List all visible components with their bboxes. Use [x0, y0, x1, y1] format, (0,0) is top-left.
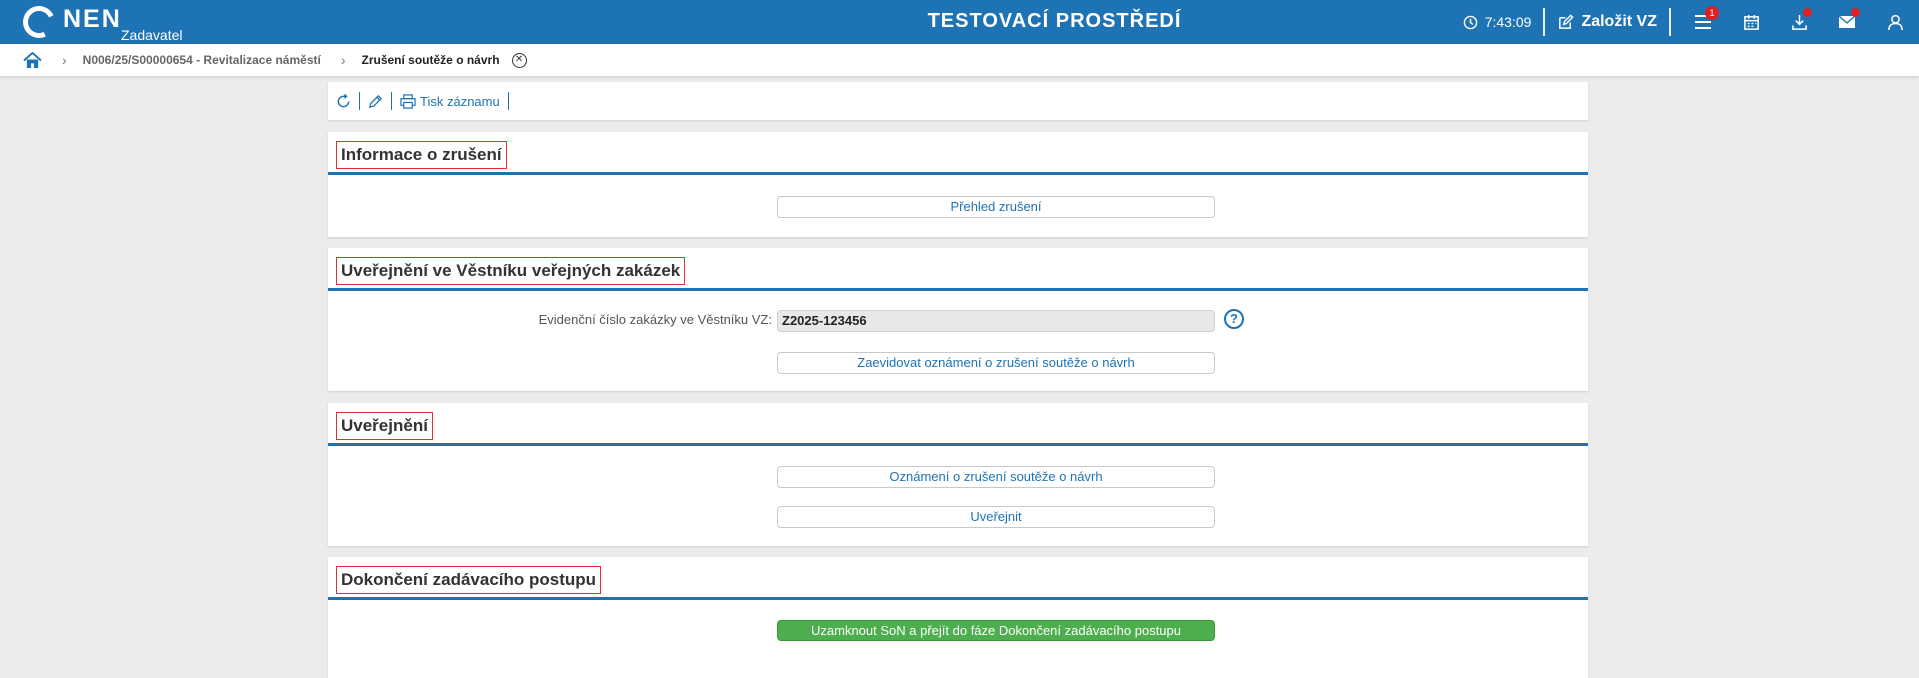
refresh-icon	[337, 93, 350, 107]
logo-ring-icon	[18, 1, 60, 43]
refresh-button[interactable]	[336, 93, 351, 109]
top-icons: 1	[1679, 0, 1919, 44]
mail-icon	[1838, 15, 1856, 28]
section-title: Uveřejnění ve Věstníku veřejných zakázek	[336, 257, 686, 285]
help-icon[interactable]: ?	[1224, 309, 1244, 329]
section-procedure-completion: Dokončení zadávacího postupu Uzamknout S…	[328, 557, 1588, 678]
section-publication: Uveřejnění Oznámení o zrušení soutěže o …	[328, 403, 1588, 546]
divider	[1669, 8, 1671, 36]
home-button[interactable]	[22, 50, 42, 70]
top-bar: NEN Zadavatel TESTOVACÍ PROSTŘEDÍ 7:43:0…	[0, 0, 1919, 44]
clock-icon	[1463, 15, 1478, 29]
vestnik-number-label: Evidenční číslo zakázky ve Věstníku VZ:	[538, 312, 772, 327]
breadcrumb-item-procurement[interactable]: N006/25/S00000654 - Revitalizace náměstí	[83, 53, 321, 67]
vestnik-number-field[interactable]: Z2025-123456	[777, 310, 1215, 332]
divider	[391, 92, 392, 110]
mail-button[interactable]	[1823, 0, 1871, 44]
logo-text: NEN	[63, 4, 122, 33]
print-record-label: Tisk záznamu	[420, 93, 500, 109]
record-toolbar: Tisk záznamu	[328, 82, 1588, 120]
download-alert-dot	[1803, 8, 1812, 17]
calendar-button[interactable]	[1727, 0, 1775, 44]
menu-button[interactable]: 1	[1679, 0, 1727, 44]
lock-and-complete-button[interactable]: Uzamknout SoN a přejít do fáze Dokončení…	[777, 620, 1215, 641]
clock-time: 7:43:09	[1484, 14, 1532, 30]
section-header: Uveřejnění	[328, 403, 1588, 446]
environment-title: TESTOVACÍ PROSTŘEDÍ	[927, 10, 1182, 32]
notification-badge: 1	[1705, 6, 1719, 20]
divider	[359, 92, 360, 110]
section-title: Dokončení zadávacího postupu	[336, 566, 602, 594]
download-button[interactable]	[1775, 0, 1823, 44]
nen-logo[interactable]: NEN	[18, 1, 122, 43]
cancellation-overview-button[interactable]: Přehled zrušení	[777, 196, 1215, 218]
top-right-controls: 7:43:09 Založit VZ 1	[1463, 0, 1919, 44]
session-clock: 7:43:09	[1463, 14, 1532, 30]
section-cancellation-info: Informace o zrušení Přehled zrušení	[328, 132, 1588, 237]
section-header: Dokončení zadávacího postupu	[328, 557, 1588, 600]
print-record-button[interactable]: Tisk záznamu	[400, 94, 500, 109]
calendar-icon	[1743, 14, 1759, 30]
user-button[interactable]	[1871, 0, 1919, 44]
register-cancellation-notice-button[interactable]: Zaevidovat oznámení o zrušení soutěže o …	[777, 352, 1215, 374]
publish-button[interactable]: Uveřejnit	[777, 506, 1215, 528]
create-vz-button[interactable]: Založit VZ	[1545, 13, 1669, 31]
section-title: Uveřejnění	[336, 412, 433, 440]
pencil-icon	[368, 94, 383, 108]
section-header: Informace o zrušení	[328, 132, 1588, 175]
home-icon	[22, 51, 42, 68]
mail-alert-dot	[1851, 8, 1860, 17]
user-icon	[1887, 14, 1903, 30]
edit-icon	[1559, 13, 1575, 29]
cancellation-notice-button[interactable]: Oznámení o zrušení soutěže o návrh	[777, 466, 1215, 488]
printer-icon	[400, 93, 416, 109]
divider	[507, 92, 509, 110]
divider	[1543, 8, 1546, 36]
create-vz-label: Založit VZ	[1581, 13, 1657, 30]
section-title: Informace o zrušení	[336, 141, 507, 169]
edit-button[interactable]	[368, 94, 383, 109]
close-icon[interactable]: ✕	[511, 52, 527, 68]
chevron-right-icon: ›	[340, 52, 346, 68]
breadcrumb-item-current: Zrušení soutěže o návrh	[361, 53, 500, 67]
section-vestnik-publication: Uveřejnění ve Věstníku veřejných zakázek…	[328, 248, 1588, 391]
chevron-right-icon: ›	[62, 52, 67, 68]
section-header: Uveřejnění ve Věstníku veřejných zakázek	[328, 248, 1588, 291]
breadcrumb: › N006/25/S00000654 - Revitalizace náměs…	[0, 44, 1919, 76]
logo-subtitle: Zadavatel	[121, 27, 183, 43]
